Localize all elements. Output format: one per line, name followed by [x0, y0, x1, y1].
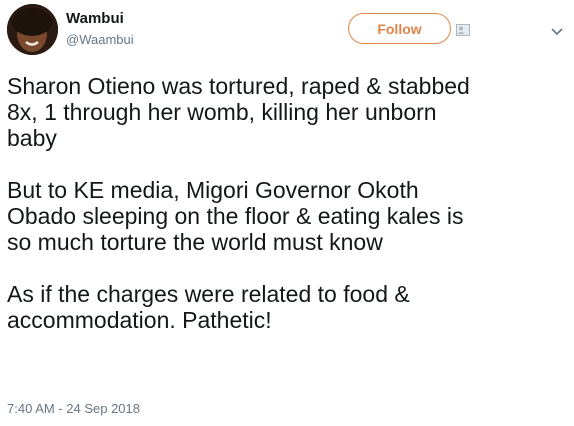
tweet-paragraph: As if the charges were related to food &…	[7, 281, 410, 333]
user-handle[interactable]: @Waambui	[66, 32, 134, 48]
follow-button[interactable]: Follow	[348, 13, 451, 44]
tweet-paragraph: Sharon Otieno was tortured, raped & stab…	[7, 73, 470, 151]
follow-button-label: Follow	[377, 20, 422, 37]
tweet-card: Wambui @Waambui Follow Sharon Otieno was…	[0, 0, 574, 426]
chevron-down-icon[interactable]	[550, 24, 564, 38]
display-name[interactable]: Wambui	[66, 10, 124, 28]
avatar[interactable]	[7, 4, 58, 55]
tweet-timestamp[interactable]: 7:40 AM - 24 Sep 2018	[7, 401, 140, 417]
tweet-text: Sharon Otieno was tortured, raped & stab…	[7, 73, 567, 359]
follow-person-icon	[456, 24, 470, 36]
tweet-paragraph: But to KE media, Migori Governor Okoth O…	[7, 177, 464, 255]
avatar-photo-icon	[7, 4, 58, 55]
